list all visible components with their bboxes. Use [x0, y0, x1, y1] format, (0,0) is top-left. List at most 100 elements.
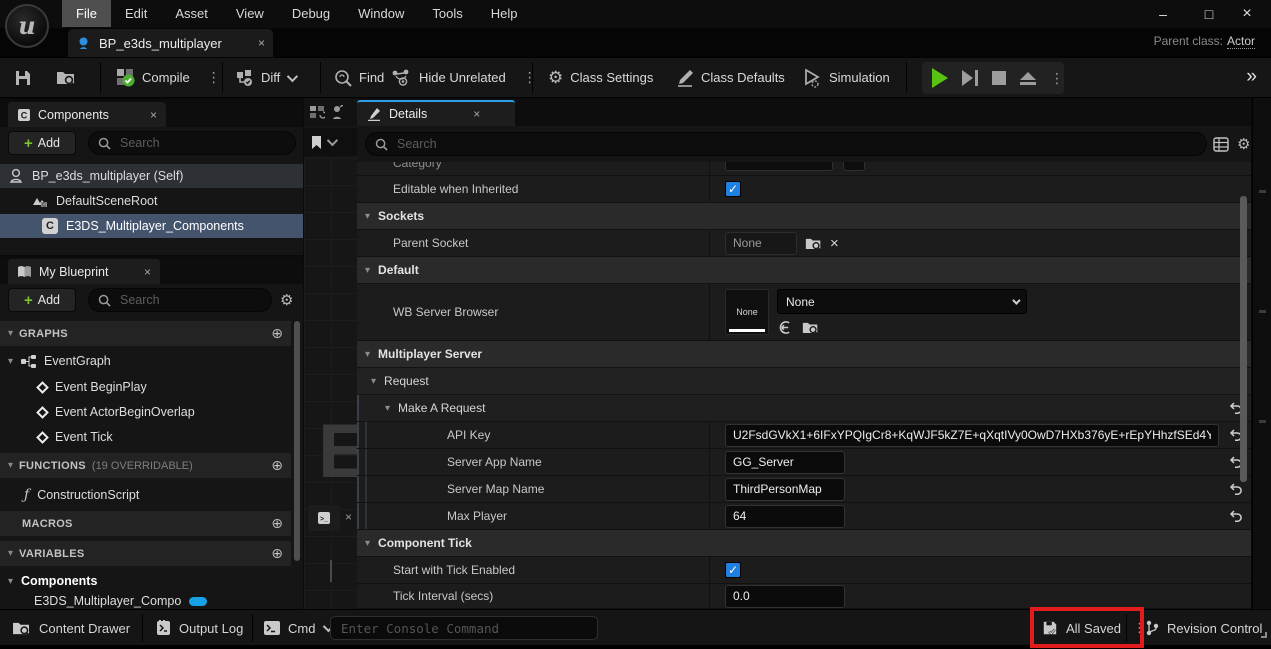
cmd-selector[interactable]: Cmd: [264, 610, 331, 646]
add-function-icon[interactable]: ⊕: [271, 457, 283, 474]
close-icon[interactable]: ×: [258, 36, 265, 50]
tree-item-event-tick[interactable]: Event Tick: [0, 425, 291, 449]
details-section-multiplayer-server[interactable]: ▾ Multiplayer Server: [357, 341, 1251, 368]
category-dropdown[interactable]: [725, 162, 833, 171]
stop-icon[interactable]: [992, 71, 1006, 85]
gear-icon[interactable]: ⚙: [1237, 135, 1250, 153]
close-icon[interactable]: ×: [473, 107, 480, 121]
add-component-button[interactable]: +Add: [8, 131, 76, 155]
compile-button[interactable]: Compile ⋮: [116, 58, 221, 97]
folder-search-icon[interactable]: [805, 236, 822, 251]
asset-thumbnail[interactable]: None: [725, 289, 769, 335]
menu-window[interactable]: Window: [344, 0, 418, 27]
tick-interval-input[interactable]: [725, 585, 845, 608]
clear-icon[interactable]: ×: [830, 235, 839, 252]
gear-icon[interactable]: ⚙: [280, 291, 293, 309]
details-section-component-tick[interactable]: ▾ Component Tick: [357, 530, 1251, 557]
section-macros[interactable]: MACROS ⊕: [0, 511, 291, 536]
editable-checkbox[interactable]: [725, 181, 741, 197]
console-command-input[interactable]: [330, 616, 598, 640]
tab-components[interactable]: C Components ×: [8, 102, 166, 127]
server-map-name-input[interactable]: [725, 478, 845, 501]
details-section-default[interactable]: ▾ Default: [357, 257, 1251, 284]
details-search[interactable]: [365, 132, 1207, 156]
reset-to-default-icon[interactable]: [1229, 510, 1243, 523]
tree-item-event-beginplay[interactable]: Event BeginPlay: [0, 375, 291, 399]
close-icon[interactable]: ×: [345, 510, 352, 524]
start-tick-checkbox[interactable]: [725, 562, 741, 578]
menu-file[interactable]: File: [62, 0, 111, 27]
tree-item-e3ds-multiplayer-components[interactable]: C E3DS_Multiplayer_Components: [0, 214, 303, 238]
graph-grid[interactable]: [304, 158, 357, 609]
revision-control-button[interactable]: Revision Control: [1145, 610, 1262, 646]
diff-button[interactable]: Diff: [236, 58, 295, 97]
category-dropdown-arrow[interactable]: [843, 162, 865, 171]
search-input[interactable]: [118, 135, 286, 151]
hide-unrelated-options-icon[interactable]: ⋮: [523, 69, 537, 86]
add-blueprint-item-button[interactable]: +Add: [8, 288, 76, 312]
compile-options-icon[interactable]: ⋮: [207, 69, 221, 86]
content-drawer-button[interactable]: Content Drawer: [12, 610, 130, 646]
variable-e3ds-multiplayer-compo[interactable]: E3DS_Multiplayer_Compo: [0, 589, 291, 609]
use-selected-asset-icon[interactable]: [777, 320, 792, 335]
tree-item-constructionscript[interactable]: ƒ ConstructionScript: [0, 483, 291, 507]
toolbar-overflow-icon[interactable]: »: [1246, 66, 1257, 88]
tree-item-event-actorbeginoverlap[interactable]: Event ActorBeginOverlap: [0, 400, 291, 424]
find-button[interactable]: Find: [334, 58, 384, 97]
reset-to-default-icon[interactable]: [1229, 483, 1243, 496]
menu-help[interactable]: Help: [477, 0, 532, 27]
details-scrollbar[interactable]: [1240, 196, 1247, 482]
maximize-button[interactable]: □: [1192, 0, 1226, 28]
tree-item-eventgraph[interactable]: ▾ EventGraph: [0, 349, 291, 373]
tree-item-defaultsceneroot[interactable]: C DefaultSceneRoot: [0, 189, 303, 213]
simulation-button[interactable]: Simulation: [802, 58, 890, 97]
play-options-icon[interactable]: ⋮: [1050, 70, 1064, 87]
eject-icon[interactable]: [1020, 72, 1036, 85]
menu-edit[interactable]: Edit: [111, 0, 161, 27]
api-key-input[interactable]: [725, 424, 1219, 447]
class-defaults-button[interactable]: Class Defaults: [676, 58, 785, 97]
splitter-handle[interactable]: [330, 560, 332, 582]
details-section-sockets[interactable]: ▾ Sockets: [357, 203, 1251, 230]
save-button[interactable]: [14, 58, 32, 97]
details-section-request[interactable]: ▾ Request: [357, 368, 1251, 395]
play-icon[interactable]: [932, 68, 948, 88]
tab-my-blueprint[interactable]: My Blueprint ×: [8, 259, 160, 284]
output-log-button[interactable]: Output Log: [156, 610, 243, 646]
menu-debug[interactable]: Debug: [278, 0, 344, 27]
add-macro-icon[interactable]: ⊕: [271, 515, 283, 532]
folder-search-icon[interactable]: [802, 320, 819, 335]
close-icon[interactable]: ×: [144, 265, 151, 279]
layout-grid-icon[interactable]: [310, 106, 325, 119]
close-icon[interactable]: ×: [150, 108, 157, 122]
my-blueprint-search[interactable]: [88, 288, 272, 312]
max-player-input[interactable]: [725, 505, 845, 528]
search-input[interactable]: [118, 292, 262, 308]
close-button[interactable]: ×: [1230, 0, 1264, 28]
wb-server-browser-dropdown[interactable]: None: [777, 289, 1027, 314]
display-options-grid-icon[interactable]: [1213, 137, 1229, 152]
bookmark-icon[interactable]: [310, 135, 323, 150]
tab-blueprint-asset[interactable]: BP_e3ds_multiplayer ×: [68, 29, 273, 57]
class-settings-button[interactable]: ⚙ Class Settings: [548, 58, 653, 97]
search-input[interactable]: [395, 136, 1197, 152]
section-variables[interactable]: ▾ VARIABLES ⊕: [0, 541, 291, 566]
section-functions[interactable]: ▾ FUNCTIONS (19 OVERRIDABLE) ⊕: [0, 453, 291, 478]
server-app-name-input[interactable]: [725, 451, 845, 474]
compiler-results-tab[interactable]: >_: [308, 505, 340, 531]
debug-object-icon[interactable]: [331, 105, 343, 120]
details-section-make-a-request[interactable]: ▾ Make A Request: [357, 395, 1251, 422]
add-graph-icon[interactable]: ⊕: [271, 325, 283, 342]
chevron-down-icon[interactable]: [327, 135, 338, 146]
parent-class-link[interactable]: Actor: [1227, 34, 1255, 49]
browse-button[interactable]: [56, 58, 76, 97]
minimize-button[interactable]: –: [1146, 0, 1180, 28]
tab-details[interactable]: Details ×: [357, 100, 515, 126]
frame-skip-icon[interactable]: [962, 70, 978, 86]
menu-tools[interactable]: Tools: [418, 0, 476, 27]
hide-unrelated-button[interactable]: Hide Unrelated ⋮: [392, 58, 537, 97]
components-search[interactable]: [88, 131, 296, 155]
parent-socket-value[interactable]: None: [725, 232, 797, 255]
menu-view[interactable]: View: [222, 0, 278, 27]
section-graphs[interactable]: ▾ GRAPHS ⊕: [0, 321, 291, 346]
